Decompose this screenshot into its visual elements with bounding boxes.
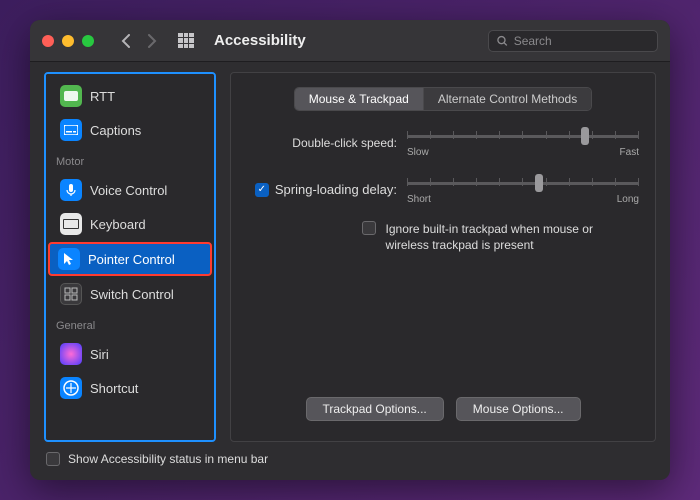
ignore-trackpad-label: Ignore built-in trackpad when mouse or w… xyxy=(386,221,639,253)
siri-icon xyxy=(60,343,82,365)
sidebar-item-keyboard[interactable]: Keyboard xyxy=(50,208,210,240)
slider-max-label: Long xyxy=(617,194,639,205)
content-pane: Mouse & Trackpad Alternate Control Metho… xyxy=(230,72,656,442)
close-window-button[interactable] xyxy=(42,35,54,47)
titlebar: Accessibility xyxy=(30,20,670,62)
spring-loading-row: Spring-loading delay: Short Long xyxy=(247,174,639,205)
forward-button[interactable] xyxy=(140,29,164,53)
tab-mouse-trackpad[interactable]: Mouse & Trackpad xyxy=(295,88,423,110)
rtt-icon xyxy=(60,85,82,107)
keyboard-icon xyxy=(60,213,82,235)
double-click-row: Double-click speed: Slow Fast xyxy=(247,127,639,158)
captions-icon xyxy=(60,119,82,141)
minimize-window-button[interactable] xyxy=(62,35,74,47)
sidebar-item-label: Captions xyxy=(90,123,141,138)
tab-alternate-control[interactable]: Alternate Control Methods xyxy=(423,88,591,110)
sidebar-item-label: Pointer Control xyxy=(88,252,175,267)
sidebar-item-label: Keyboard xyxy=(90,217,146,232)
sidebar-item-switch-control[interactable]: Switch Control xyxy=(50,278,210,310)
footer: Show Accessibility status in menu bar xyxy=(30,442,670,480)
switch-control-icon xyxy=(60,283,82,305)
slider-max-label: Fast xyxy=(620,147,639,158)
sidebar-item-captions[interactable]: Captions xyxy=(50,114,210,146)
sidebar-item-label: Voice Control xyxy=(90,183,167,198)
voice-control-icon xyxy=(60,179,82,201)
nav-buttons xyxy=(114,29,164,53)
grid-icon xyxy=(178,33,194,49)
sidebar-item-label: Switch Control xyxy=(90,287,174,302)
show-status-checkbox[interactable] xyxy=(46,452,60,466)
sidebar[interactable]: RTT Captions Motor Voice Control Keyboa xyxy=(44,72,216,442)
sidebar-item-rtt[interactable]: RTT xyxy=(50,80,210,112)
spring-loading-slider[interactable] xyxy=(407,174,639,192)
sidebar-item-voice-control[interactable]: Voice Control xyxy=(50,174,210,206)
ignore-trackpad-checkbox[interactable] xyxy=(362,221,376,235)
slider-min-label: Slow xyxy=(407,147,429,158)
sidebar-item-label: Shortcut xyxy=(90,381,138,396)
sidebar-item-pointer-control[interactable]: Pointer Control xyxy=(48,242,212,276)
preferences-window: Accessibility RTT Captions Motor xyxy=(30,20,670,480)
search-icon xyxy=(497,35,508,47)
ignore-trackpad-row: Ignore built-in trackpad when mouse or w… xyxy=(247,221,639,253)
show-all-button[interactable] xyxy=(174,29,198,53)
double-click-slider[interactable] xyxy=(407,127,639,145)
shortcut-icon xyxy=(60,377,82,399)
chevron-left-icon xyxy=(121,34,131,48)
options-buttons: Trackpad Options... Mouse Options... xyxy=(247,397,639,421)
group-label-motor: Motor xyxy=(46,148,214,172)
mouse-options-button[interactable]: Mouse Options... xyxy=(456,397,581,421)
traffic-lights xyxy=(42,35,94,47)
spring-loading-label: Spring-loading delay: xyxy=(275,182,397,197)
spring-loading-checkbox[interactable] xyxy=(255,183,269,197)
zoom-window-button[interactable] xyxy=(82,35,94,47)
sidebar-item-label: RTT xyxy=(90,89,115,104)
sidebar-item-shortcut[interactable]: Shortcut xyxy=(50,372,210,404)
show-status-label: Show Accessibility status in menu bar xyxy=(68,452,268,466)
pointer-control-icon xyxy=(58,248,80,270)
slider-min-label: Short xyxy=(407,194,431,205)
double-click-label: Double-click speed: xyxy=(247,136,397,150)
back-button[interactable] xyxy=(114,29,138,53)
trackpad-options-button[interactable]: Trackpad Options... xyxy=(306,397,444,421)
search-field[interactable] xyxy=(488,30,658,52)
group-label-general: General xyxy=(46,312,214,336)
chevron-right-icon xyxy=(147,34,157,48)
sidebar-item-label: Siri xyxy=(90,347,109,362)
sidebar-item-siri[interactable]: Siri xyxy=(50,338,210,370)
window-title: Accessibility xyxy=(214,32,306,49)
tab-bar: Mouse & Trackpad Alternate Control Metho… xyxy=(294,87,592,111)
body: RTT Captions Motor Voice Control Keyboa xyxy=(30,62,670,442)
search-input[interactable] xyxy=(514,34,649,48)
